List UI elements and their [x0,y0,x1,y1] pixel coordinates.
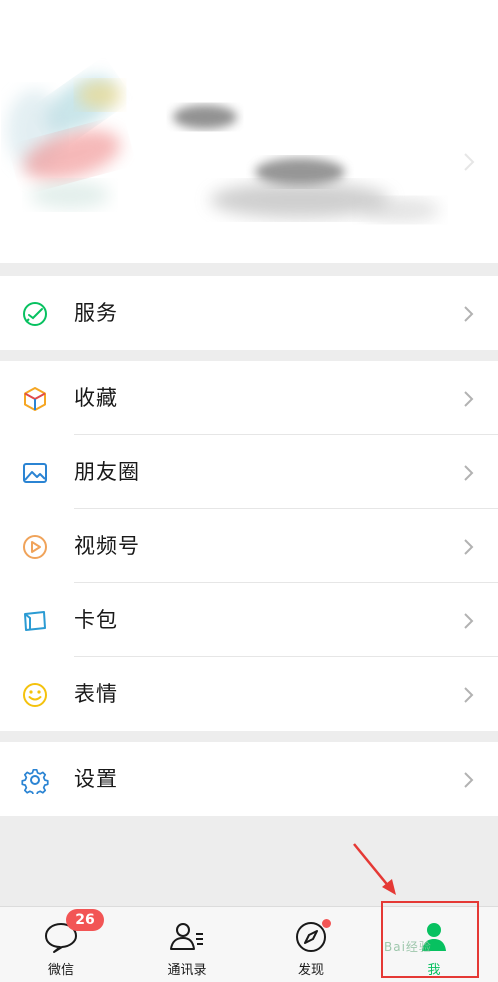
play-circle-icon [21,533,49,561]
profile-chevron-icon [464,153,475,171]
cube-icon [21,385,49,413]
card-icon [21,607,49,635]
chevron-right-icon [464,391,474,407]
chevron-right-icon [464,687,474,703]
menu-item-label: 服务 [74,301,118,325]
tab-label: 发现 [297,963,324,978]
menu-group-services: 服务 [0,276,498,350]
chevron-right-icon [464,772,474,788]
compass-icon [271,919,351,955]
menu-item-settings[interactable]: 设置 [0,742,498,816]
gear-icon [21,766,49,794]
menu-item-moments[interactable]: 朋友圈 [0,435,498,509]
menu-item-favorites[interactable]: 收藏 [0,361,498,435]
tab-label: 微信 [47,963,74,978]
watermark: Bai经验 [384,940,432,954]
menu-item-label: 设置 [74,767,118,791]
pointer-arrow-icon [353,843,396,895]
tab-contacts[interactable]: 通讯录 [147,907,227,982]
menu-item-label: 朋友圈 [74,460,140,484]
chevron-right-icon [464,539,474,555]
tab-label: 通讯录 [167,963,207,978]
menu-item-cards[interactable]: 卡包 [0,583,498,657]
unread-badge: 26 [66,909,104,931]
menu-group-settings: 设置 [0,742,498,816]
smile-icon [21,681,49,709]
menu-item-label: 收藏 [74,386,118,410]
profile-header[interactable] [0,0,498,263]
chevron-right-icon [464,306,474,322]
image-icon [21,459,49,487]
wechat-pay-icon [21,300,49,328]
menu-item-services[interactable]: 服务 [0,276,498,350]
menu-item-label: 表情 [74,682,118,706]
new-dot-badge [322,919,331,928]
tab-discover[interactable]: 发现 [271,907,351,982]
menu-item-stickers[interactable]: 表情 [0,657,498,731]
chevron-right-icon [464,465,474,481]
menu-item-label: 视频号 [74,534,140,558]
contacts-icon [147,919,227,955]
menu-item-channels[interactable]: 视频号 [0,509,498,583]
profile-blur [7,75,440,222]
chevron-right-icon [464,613,474,629]
menu-group-main: 收藏 朋友圈 视频号 卡包 表情 [0,361,498,731]
menu-item-label: 卡包 [74,608,118,632]
